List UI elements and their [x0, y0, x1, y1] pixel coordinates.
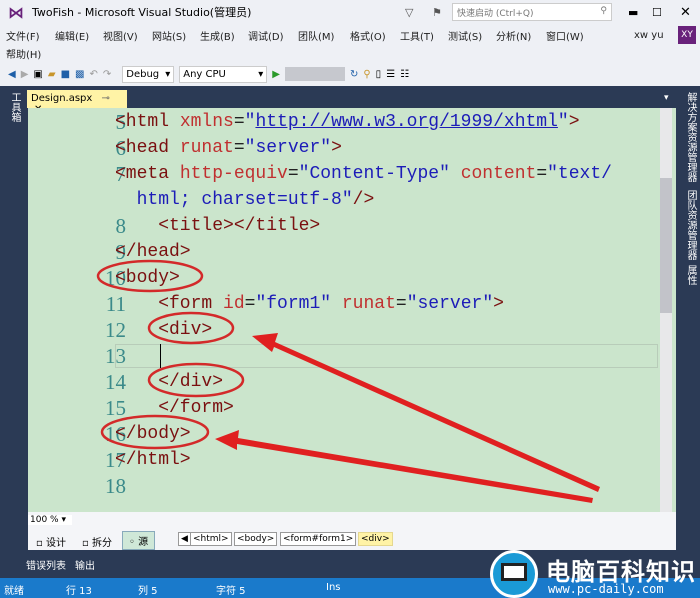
breadcrumb-div[interactable]: <div> [358, 532, 393, 546]
breadcrumb-html[interactable]: <html> [190, 532, 232, 546]
view-tab-source[interactable]: ◦ 源 [122, 531, 156, 550]
panel-tab-error-list[interactable]: 错误列表 [26, 557, 66, 572]
status-char: 字符 5 [216, 586, 246, 597]
breadcrumb-form[interactable]: <form#form1> [280, 532, 357, 546]
annotation-circle-div-close [147, 362, 245, 398]
annotation-circle-body-close [100, 414, 210, 450]
annotation-circle-body [96, 259, 204, 293]
view-tab-design[interactable]: ▫ 设计 [36, 534, 66, 549]
status-ready: 就绪 [4, 586, 24, 597]
annotation-overlay [96, 259, 600, 503]
panel-tab-output[interactable]: 输出 [75, 557, 95, 572]
view-tab-split[interactable]: ▫ 拆分 [82, 534, 112, 549]
monitor-icon [490, 550, 538, 598]
breadcrumb-body[interactable]: <body> [234, 532, 278, 546]
editor-bottom-bar: 100 % ▾ ▫ 设计 ▫ 拆分 ◦ 源 ◀ <html> <body> <f… [28, 512, 676, 550]
status-line: 行 13 [66, 586, 92, 597]
watermark-logo: 电脑百科知识 www.pc-daily.com [488, 550, 700, 598]
status-col: 列 5 [138, 586, 158, 597]
zoom-select[interactable]: 100 % ▾ [28, 515, 72, 525]
annotation-circle-div [147, 311, 235, 345]
breadcrumb-back[interactable]: ◀ [178, 532, 191, 546]
watermark-url: www.pc-daily.com [548, 582, 664, 596]
annotation-arrow-1 [252, 333, 600, 492]
annotation-arrow-2 [215, 430, 593, 503]
status-mode: Ins [326, 582, 341, 593]
